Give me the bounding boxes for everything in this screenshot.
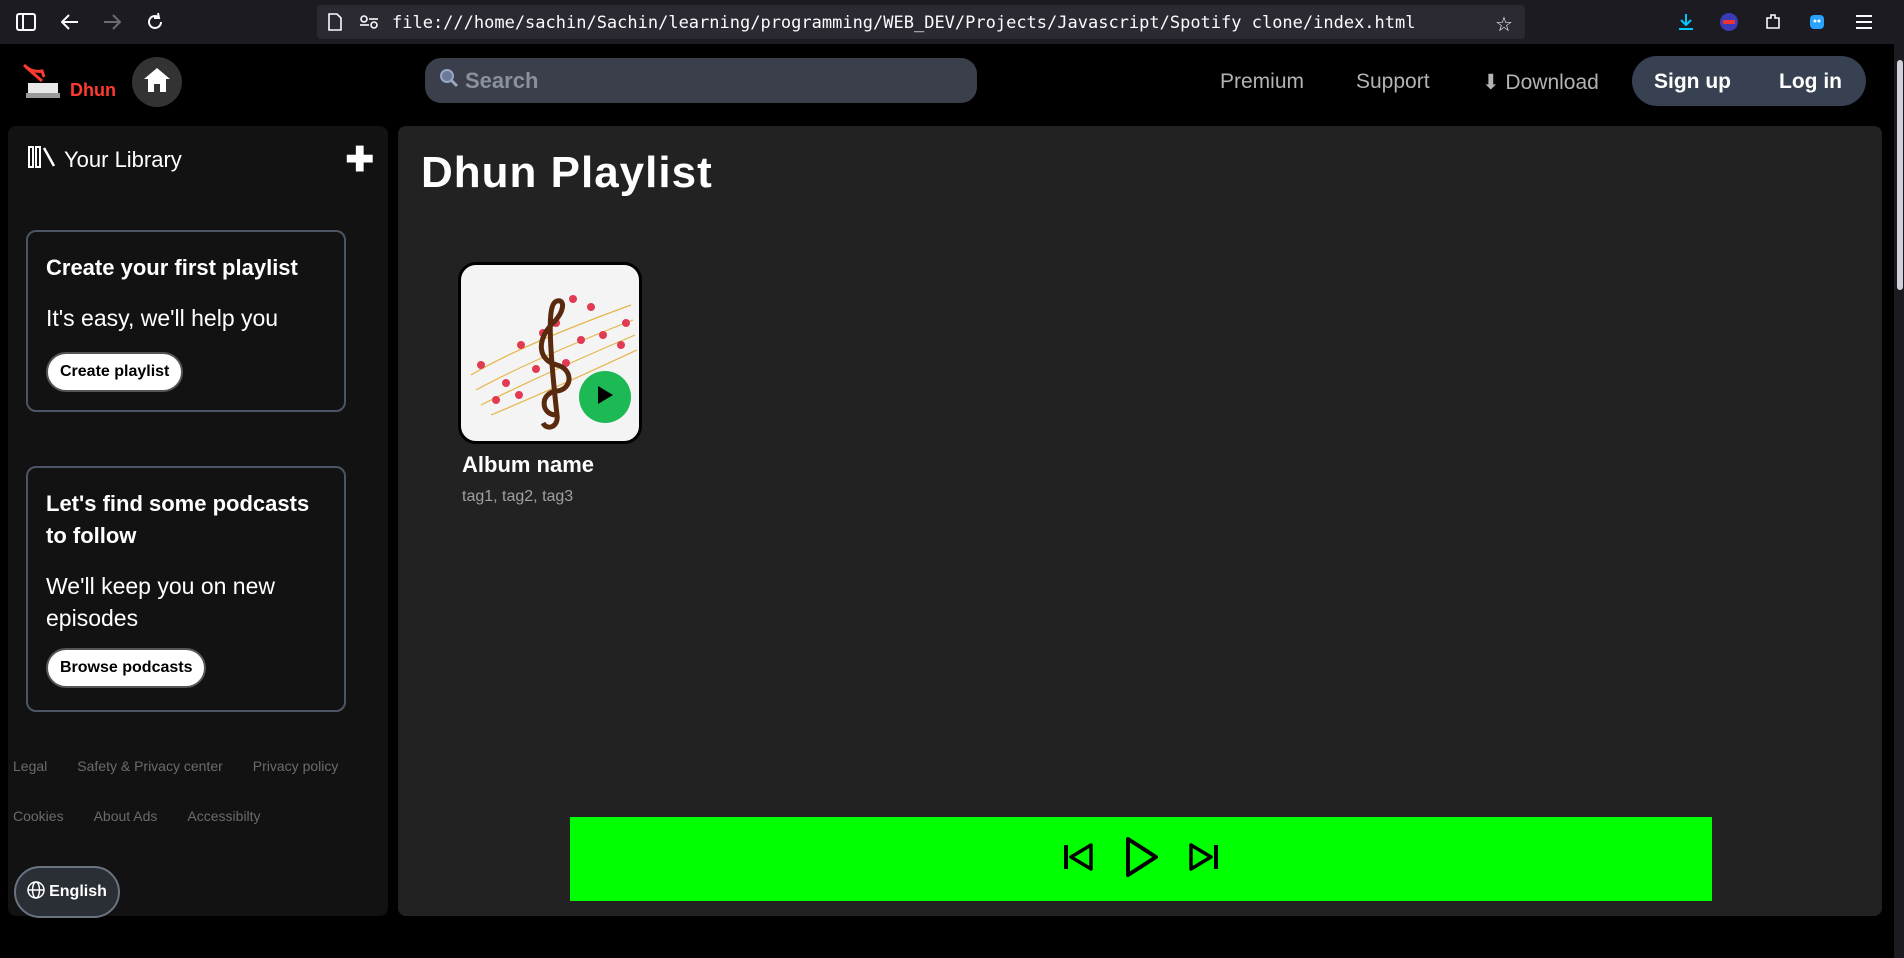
download-link[interactable]: ⬇ Download xyxy=(1482,70,1599,95)
footer-links-row2: Cookies About Ads Accessibilty xyxy=(13,808,261,824)
reload-icon[interactable] xyxy=(143,10,167,34)
scrollbar-thumb[interactable] xyxy=(1897,60,1903,290)
support-link[interactable]: Support xyxy=(1356,70,1430,94)
about-ads-link[interactable]: About Ads xyxy=(94,808,158,824)
album-card[interactable]: Album name tag1, tag2, tag3 xyxy=(458,262,642,506)
signup-button[interactable]: Sign up xyxy=(1654,70,1731,94)
permissions-icon[interactable] xyxy=(359,14,379,35)
premium-link[interactable]: Premium xyxy=(1220,70,1304,94)
logo-text: Dhun xyxy=(70,80,116,100)
album-tags: tag1, tag2, tag3 xyxy=(462,488,574,505)
album-cover xyxy=(458,262,642,444)
sidebar-toggle-icon[interactable] xyxy=(14,10,38,34)
main-panel: Dhun Playlist Album name tag1, tag2, tag… xyxy=(398,126,1882,916)
browse-podcasts-button[interactable]: Browse podcasts xyxy=(46,648,207,688)
privacy-policy-link[interactable]: Privacy policy xyxy=(253,758,339,774)
card-subtitle: It's easy, we'll help you xyxy=(46,305,279,331)
search-icon xyxy=(439,68,459,93)
library-header: Your Library xyxy=(28,146,182,173)
ghost-extension-icon[interactable] xyxy=(1806,11,1828,33)
previous-track-icon[interactable] xyxy=(1058,837,1098,882)
player-bar xyxy=(570,817,1712,901)
add-library-plus-icon[interactable]: ✚ xyxy=(346,140,375,180)
page: Dhun Premium Support ⬇ Download Sign up … xyxy=(0,44,1894,958)
podcasts-card: Let's find some podcasts to follow We'll… xyxy=(26,466,346,712)
language-label: English xyxy=(49,883,107,900)
url-bar[interactable]: file:///home/sachin/Sachin/learning/prog… xyxy=(317,5,1525,39)
gramophone-logo-icon xyxy=(22,63,62,106)
extensions-puzzle-icon[interactable] xyxy=(1762,11,1784,33)
create-playlist-card: Create your first playlist It's easy, we… xyxy=(26,230,346,412)
page-title: Dhun Playlist xyxy=(421,148,713,197)
library-icon xyxy=(28,146,56,173)
search-input[interactable] xyxy=(465,67,945,94)
globe-icon xyxy=(27,880,45,904)
extension-badge-icon[interactable] xyxy=(1718,11,1740,33)
page-icon xyxy=(327,13,343,36)
play-album-button[interactable] xyxy=(579,371,631,423)
library-panel: Your Library ✚ Create your first playlis… xyxy=(8,126,388,918)
forward-icon[interactable] xyxy=(100,10,124,34)
play-pause-icon[interactable] xyxy=(1118,833,1164,886)
next-track-icon[interactable] xyxy=(1184,837,1224,882)
home-button[interactable] xyxy=(132,57,182,107)
home-icon xyxy=(143,67,171,98)
downloads-icon[interactable] xyxy=(1675,11,1697,33)
bookmark-star-icon[interactable]: ☆ xyxy=(1495,12,1513,37)
url-text: file:///home/sachin/Sachin/learning/prog… xyxy=(392,13,1416,33)
card-subtitle: We'll keep you on new episodes xyxy=(46,573,275,631)
login-button[interactable]: Log in xyxy=(1779,70,1842,94)
cookies-link[interactable]: Cookies xyxy=(13,808,64,824)
menu-hamburger-icon[interactable] xyxy=(1853,11,1875,33)
browser-toolbar: file:///home/sachin/Sachin/learning/prog… xyxy=(0,0,1904,44)
card-title: Let's find some podcasts to follow xyxy=(46,491,310,548)
logo[interactable]: Dhun xyxy=(22,63,116,106)
library-title: Your Library xyxy=(64,146,182,172)
footer-links-row1: Legal Safety & Privacy center Privacy po… xyxy=(13,758,338,774)
legal-link[interactable]: Legal xyxy=(13,758,47,774)
card-title: Create your first playlist xyxy=(46,255,298,280)
search-bar[interactable] xyxy=(425,58,977,103)
accessibility-link[interactable]: Accessibilty xyxy=(187,808,260,824)
language-button[interactable]: English xyxy=(14,866,120,918)
back-icon[interactable] xyxy=(58,10,82,34)
play-icon xyxy=(596,385,614,410)
create-playlist-button[interactable]: Create playlist xyxy=(46,352,184,392)
album-name: Album name xyxy=(462,452,595,477)
safety-privacy-link[interactable]: Safety & Privacy center xyxy=(77,758,223,774)
